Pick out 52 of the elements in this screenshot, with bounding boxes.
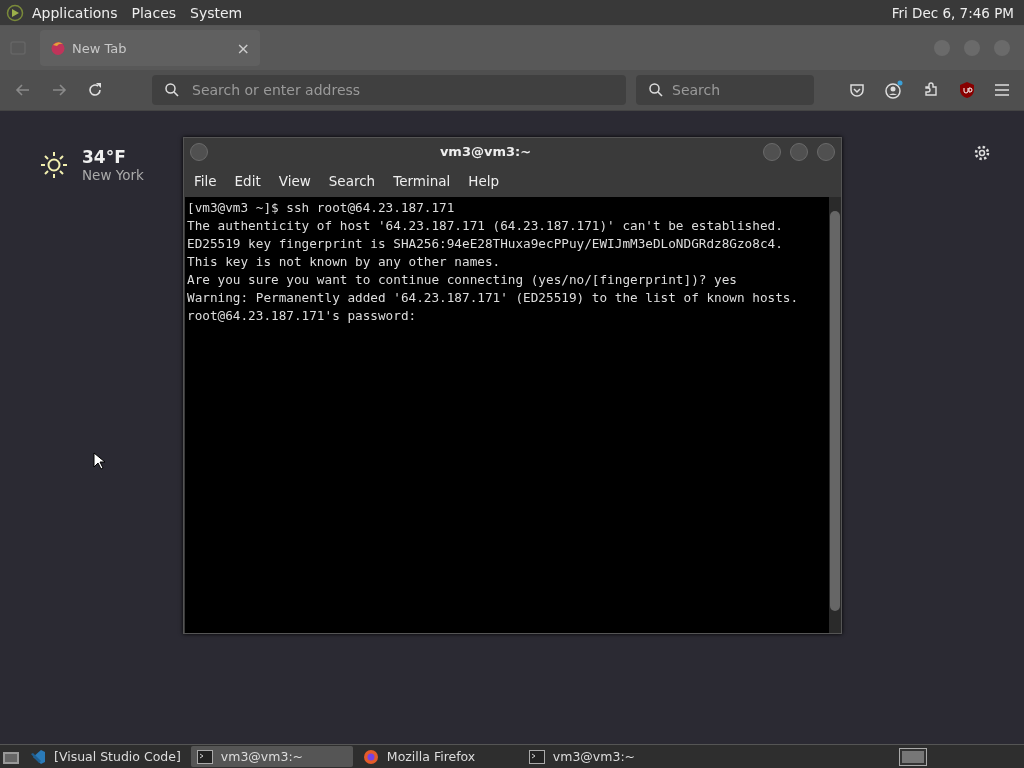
terminal-icon [196,749,213,764]
taskbar-button[interactable]: [Visual Studio Code] [24,746,187,767]
code-editor-icon [30,748,46,765]
search-icon [648,82,664,98]
firefox-icon [50,40,66,56]
terminal-line: [vm3@vm3 ~]$ ssh root@64.23.187.171 [187,199,456,217]
search-icon [164,82,180,98]
close-button[interactable] [817,142,835,161]
search-field[interactable]: Search [636,75,814,105]
panel-menu[interactable]: Places [131,4,177,21]
terminal-line: root@64.23.187.171's password: [187,307,418,325]
window-title: vm3@vm3:~ [438,144,533,159]
clock[interactable]: Fri Dec 6, 7:46 PM [891,4,1014,21]
temperature: 34°F [82,147,127,167]
reload-icon[interactable] [86,81,104,99]
panel-menu[interactable]: System [190,4,243,21]
terminal-icon [528,749,545,764]
terminal-line: This key is not known by any other names. [187,253,502,271]
tab-title: New Tab [72,40,128,56]
menu-item[interactable]: Help [468,173,500,189]
terminal-line: Warning: Permanently added '64.23.187.171' (ED25519) to the list of known hosts. [187,289,800,307]
menu-icon[interactable] [994,83,1010,97]
menu-item[interactable]: View [278,173,311,189]
minimize-button[interactable] [763,142,781,161]
location: New York [82,167,144,183]
menu-item[interactable]: Edit [234,173,261,189]
menu-item[interactable]: Search [328,173,376,189]
browser-tab[interactable]: New Tab × [40,30,260,66]
taskbar-button[interactable]: vm3@vm3:~ [522,746,685,767]
pocket-icon[interactable] [848,81,866,99]
address-field[interactable]: Search or enter address [152,75,626,105]
taskbar-button[interactable]: vm3@vm3:~ [190,746,353,767]
account-icon[interactable] [884,80,904,100]
scrollbar[interactable] [829,197,841,633]
puzzle-icon[interactable] [922,81,940,99]
panel-menu[interactable]: Applications [32,4,118,21]
maximize-button[interactable] [790,142,808,161]
menu-item[interactable]: Terminal [393,173,451,189]
terminal-line: The authenticity of host '64.23.187.171 (64.23.187.171)' can't be established. [187,217,784,235]
window-menu-button[interactable] [190,142,208,161]
close-tab-button[interactable]: × [236,38,250,58]
settings-icon[interactable] [973,144,991,162]
terminal-line: ED25519 key fingerprint is SHA256:94eE28THuxa9ecPPuy/EWIJmM3eDLoNDGRdz8Gzo8c4. [187,235,784,253]
sun-icon [40,151,68,179]
taskbar-button[interactable]: Mozilla Firefox [356,746,519,767]
workspace-switcher[interactable] [899,747,927,766]
mouse-pointer-icon [93,452,105,470]
firefox-icon [362,748,379,765]
menu-item[interactable]: File [194,173,217,189]
logo-icon[interactable] [6,3,24,22]
terminal-line: Are you sure you want to continue connecting (yes/no/[fingerprint])? yes [187,271,738,289]
shield-icon[interactable] [958,81,976,99]
